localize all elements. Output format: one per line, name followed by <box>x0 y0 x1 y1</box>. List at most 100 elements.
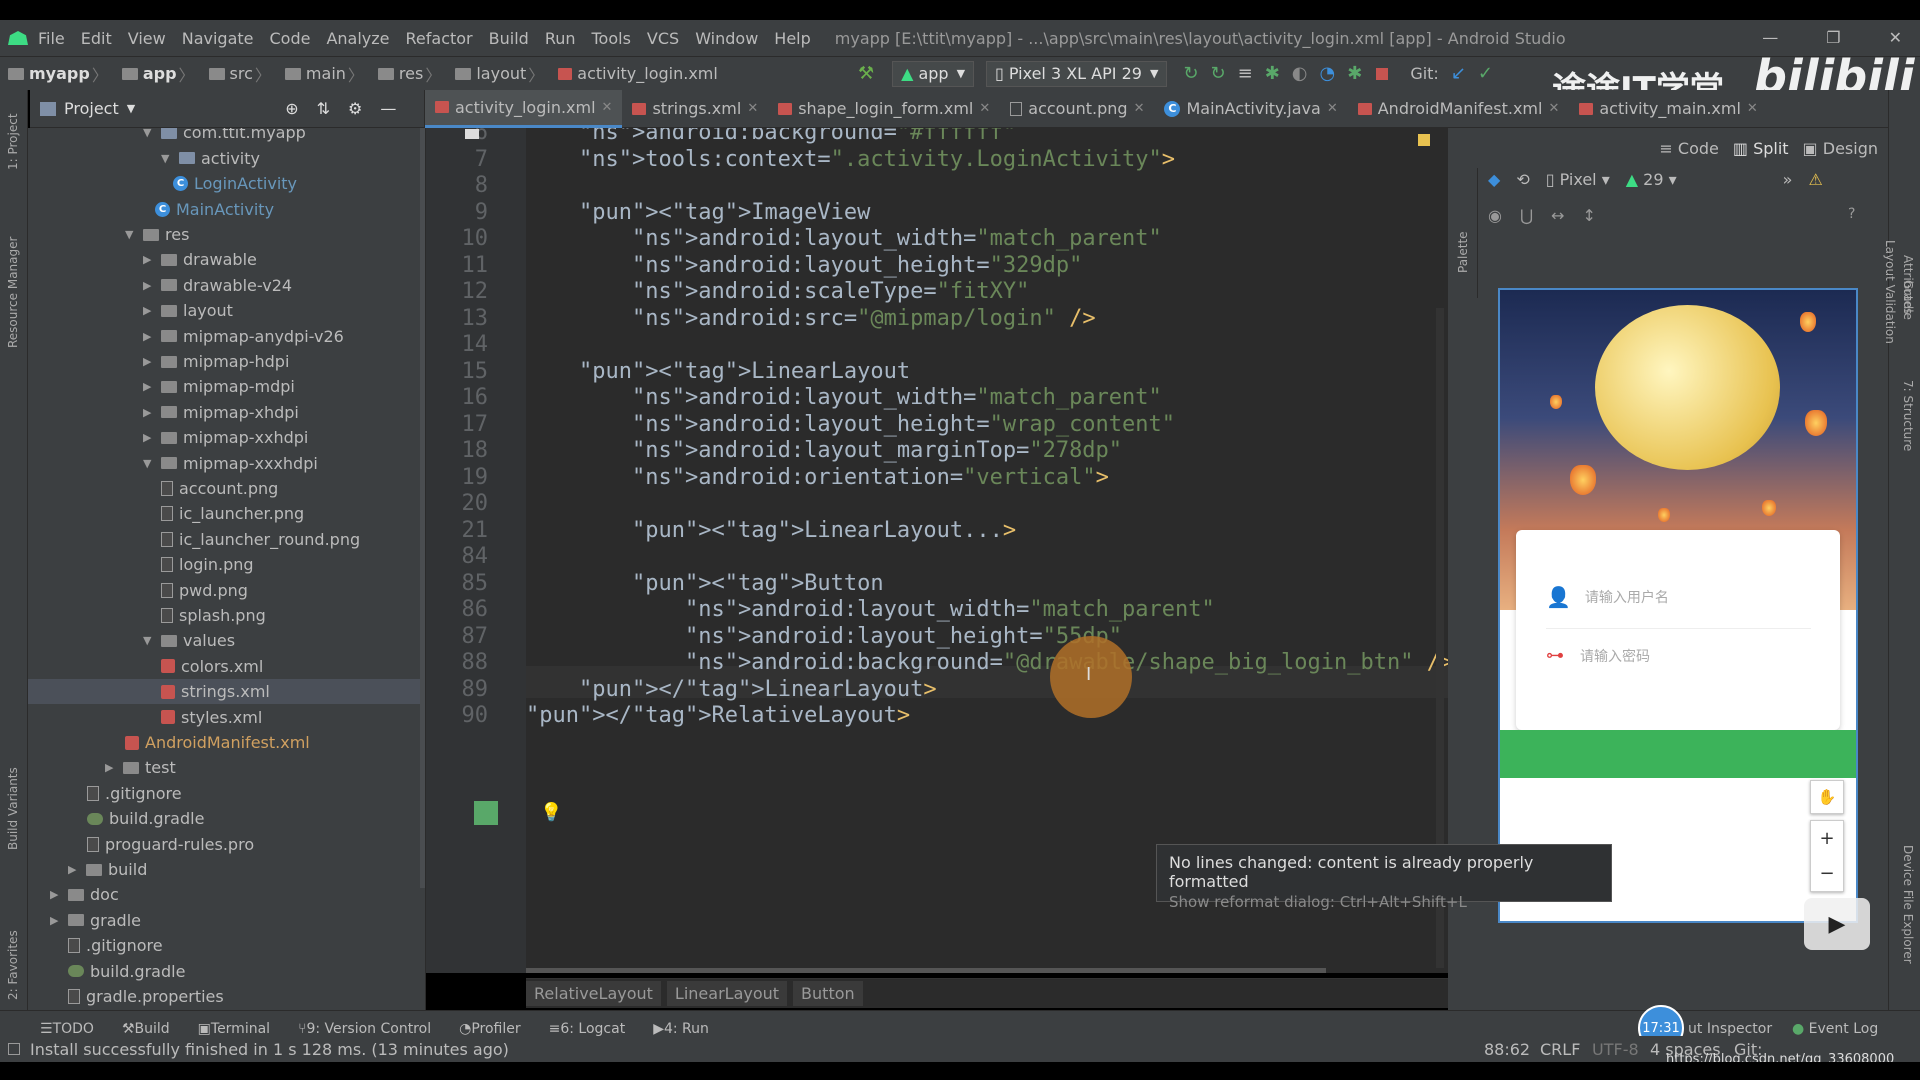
close-tab-icon[interactable]: ✕ <box>747 101 758 116</box>
expand-icon[interactable]: » <box>1783 170 1793 189</box>
code-line[interactable]: "ns">android:layout_marginTop="278dp" <box>526 438 1122 463</box>
api-level-select[interactable]: ▲ 29 ▾ <box>1626 170 1677 189</box>
device-file-explorer-label[interactable]: Device File Explorer <box>1901 845 1915 964</box>
tree-item[interactable]: ▶ layout <box>143 298 233 323</box>
tree-item[interactable]: splash.png <box>161 603 266 628</box>
menu-item-vcs[interactable]: VCS <box>647 29 679 48</box>
code-line[interactable]: "ns">android:layout_height="wrap_content… <box>526 412 1175 437</box>
collapsed-arrow-icon[interactable]: ▶ <box>143 355 155 368</box>
tree-item[interactable]: gradle.properties <box>68 984 224 1009</box>
code-line[interactable]: "pun"></"tag">LinearLayout> <box>526 677 937 702</box>
tab-account-png[interactable]: account.png ✕ <box>1000 90 1154 128</box>
xml-breadcrumb-item[interactable]: Button <box>793 981 863 1006</box>
caret-position[interactable]: 88:62 <box>1484 1040 1530 1059</box>
tree-item[interactable]: ▼ values <box>143 628 235 653</box>
favorites-tool-label[interactable]: 2: Favorites <box>6 930 20 1000</box>
phone-preview[interactable]: 👤 请输入用户名 ⊶ 请输入密码 ✋ + − <box>1498 288 1858 923</box>
menu-item-navigate[interactable]: Navigate <box>182 29 254 48</box>
close-tab-icon[interactable]: ✕ <box>1747 101 1758 116</box>
tree-item[interactable]: ▼ res <box>125 222 189 247</box>
breadcrumb-item[interactable]: activity_login.xml <box>550 64 718 83</box>
tree-item[interactable]: build.gradle <box>87 806 204 831</box>
expanded-arrow-icon[interactable]: ▼ <box>143 634 155 647</box>
attach-debugger-icon[interactable]: ✱ <box>1347 63 1362 84</box>
collapsed-arrow-icon[interactable]: ▶ <box>143 253 155 266</box>
magnet-icon[interactable]: ⋃ <box>1520 206 1533 225</box>
code-line[interactable]: "ns">android:layout_height="55dp" <box>526 624 1122 649</box>
tree-item[interactable]: AndroidManifest.xml <box>125 730 310 755</box>
close-tab-icon[interactable]: ✕ <box>1327 101 1338 116</box>
video-play-icon[interactable]: ▶ <box>1804 898 1870 950</box>
menu-item-edit[interactable]: Edit <box>81 29 112 48</box>
code-line[interactable]: "pun"><"tag">Button <box>526 571 884 596</box>
tree-item[interactable]: colors.xml <box>161 654 263 679</box>
tab-activity-main-xml[interactable]: activity_main.xml ✕ <box>1569 90 1767 128</box>
rerun-icon[interactable]: ↻ <box>1183 63 1198 84</box>
tree-item[interactable]: ▶ mipmap-xxhdpi <box>143 425 308 450</box>
gradle-label[interactable]: Gradle <box>1901 280 1915 320</box>
tab-activity-login-xml[interactable]: activity_login.xml ✕ <box>425 89 623 128</box>
breadcrumb-item[interactable]: res 〉 <box>370 62 443 86</box>
tree-item[interactable]: .gitignore <box>87 781 182 806</box>
tree-item[interactable]: ▶ drawable <box>143 247 257 272</box>
vertical-resize-icon[interactable]: ↕ <box>1583 206 1596 225</box>
breadcrumb-item[interactable]: main 〉 <box>277 62 366 86</box>
tree-item[interactable]: ic_launcher_round.png <box>161 527 360 552</box>
status-toggle-icon[interactable] <box>8 1043 20 1055</box>
password-input[interactable]: 请输入密码 <box>1580 646 1650 666</box>
menu-item-file[interactable]: File <box>38 29 65 48</box>
tree-item[interactable]: ▶ doc <box>50 882 119 907</box>
line-separator[interactable]: CRLF <box>1540 1040 1580 1059</box>
code-line[interactable]: "pun"></"tag">RelativeLayout> <box>526 703 910 728</box>
coverage-icon[interactable]: ◐ <box>1292 63 1308 84</box>
close-tab-icon[interactable]: ✕ <box>602 100 613 115</box>
tab-mainactivity-java[interactable]: C MainActivity.java ✕ <box>1154 90 1347 128</box>
apply-changes-icon[interactable]: ↻ <box>1211 63 1226 84</box>
eye-icon[interactable]: ◉ <box>1488 206 1502 225</box>
run-config-select[interactable]: ▲ app ▼ <box>892 60 975 87</box>
file-encoding[interactable]: UTF-8 <box>1592 1040 1639 1059</box>
help-icon[interactable]: ? <box>1848 206 1855 222</box>
menu-item-window[interactable]: Window <box>695 29 758 48</box>
locate-icon[interactable]: ⊕ <box>285 99 298 118</box>
zoom-in-icon[interactable]: + <box>1819 828 1834 849</box>
code-line[interactable]: "ns">android:src="@mipmap/login" /> <box>526 306 1096 331</box>
code-line[interactable]: "pun"><"tag">LinearLayout <box>526 359 910 384</box>
code-line[interactable]: "ns">android:layout_width="match_parent" <box>526 226 1162 251</box>
code-line[interactable]: "pun"><"tag">LinearLayout...> <box>526 518 1016 543</box>
xml-breadcrumb-item[interactable]: LinearLayout <box>666 981 788 1006</box>
debug-icon[interactable]: ✱ <box>1265 63 1280 84</box>
split-mode-button[interactable]: ▥ Split <box>1733 139 1789 158</box>
tree-item[interactable]: .gitignore <box>68 933 163 958</box>
palette-label[interactable]: Palette <box>1456 231 1470 273</box>
code-line[interactable]: "ns">android:background="#ffffff" <box>526 128 1016 145</box>
tree-item[interactable]: ▼ mipmap-xxxhdpi <box>143 451 318 476</box>
tree-item[interactable]: C LoginActivity <box>173 171 297 196</box>
zoom-out-icon[interactable]: − <box>1819 863 1834 884</box>
hide-panel-icon[interactable]: — <box>380 99 396 118</box>
tree-item[interactable]: ic_launcher.png <box>161 501 304 526</box>
git-update-icon[interactable]: ↙ <box>1451 63 1466 84</box>
warning-marker-icon[interactable] <box>1418 134 1430 146</box>
login-button[interactable] <box>1500 730 1856 778</box>
tree-item[interactable]: ▶ mipmap-hdpi <box>143 349 289 374</box>
tree-item[interactable]: strings.xml <box>28 679 420 705</box>
profile-icon[interactable]: ◔ <box>1320 63 1336 84</box>
line-88-color-swatch[interactable] <box>474 801 498 825</box>
collapsed-arrow-icon[interactable]: ▶ <box>143 406 155 419</box>
breadcrumb-item[interactable]: app 〉 <box>114 62 197 86</box>
breadcrumb-item[interactable]: layout 〉 <box>447 62 546 86</box>
code-line[interactable]: "ns">android:scaleType="fitXY" <box>526 279 1029 304</box>
password-row[interactable]: ⊶ 请输入密码 <box>1546 645 1650 666</box>
tree-item[interactable]: account.png <box>161 476 278 501</box>
tree-item[interactable]: ▶ test <box>105 755 176 780</box>
tree-item[interactable]: ▶ drawable-v24 <box>143 273 292 298</box>
expanded-arrow-icon[interactable]: ▼ <box>143 457 155 470</box>
project-panel-title[interactable]: Project <box>64 99 119 118</box>
tab-strings-xml[interactable]: strings.xml ✕ <box>622 90 768 128</box>
collapsed-arrow-icon[interactable]: ▶ <box>143 330 155 343</box>
tree-item[interactable]: ▶ gradle <box>50 908 141 933</box>
warning-icon[interactable]: ⚠ <box>1808 170 1822 189</box>
orientation-icon[interactable]: ⟲ <box>1516 170 1529 189</box>
menu-item-code[interactable]: Code <box>270 29 311 48</box>
